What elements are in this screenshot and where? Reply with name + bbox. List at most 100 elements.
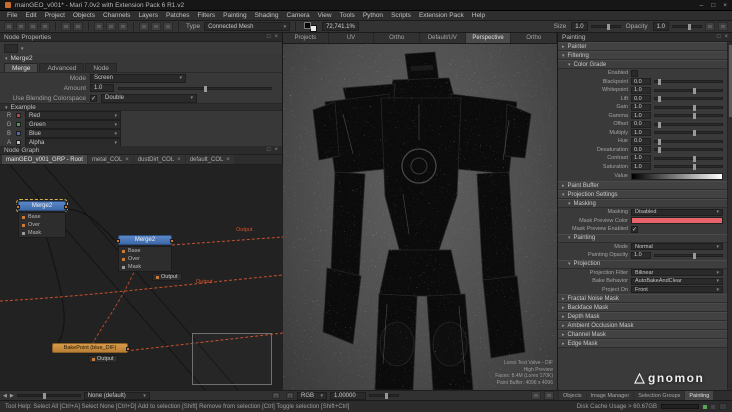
input-port[interactable] [116,239,120,243]
menu-item[interactable]: Shading [251,12,283,19]
node-graph-tab[interactable]: default_COL [185,155,234,164]
viewport-tab[interactable]: Perspective [465,33,512,43]
opacity-field[interactable]: 1.0 [652,22,669,31]
zoom-slider-handle[interactable] [42,393,46,399]
grade-value-field[interactable]: 1.0 [631,154,651,162]
painting-opacity-field[interactable]: 1.0 [631,251,651,259]
channel-display-dropdown[interactable]: RGB [297,391,327,400]
grade-slider[interactable] [654,121,723,128]
grade-slider[interactable] [654,113,723,120]
grade-slider-handle[interactable] [692,87,696,94]
menu-item[interactable]: Camera [283,12,314,19]
mask-preview-color-swatch[interactable] [631,217,723,225]
node-graph-canvas[interactable]: Merge2 Base Over Mask Merge2 Base Over M… [0,165,283,390]
exposure-slider-handle[interactable] [385,393,389,399]
mask-section-header[interactable]: Depth Mask [558,312,727,321]
grade-slider[interactable] [654,147,723,154]
close-tab-icon[interactable] [125,157,129,163]
node-port-row[interactable]: Mask [119,263,171,271]
paint-mode-dropdown[interactable]: Normal [631,243,723,251]
3d-viewport-canvas[interactable]: Lores Test Valve - DIF High Preview Faces:… [283,44,557,390]
exposure-slider[interactable] [369,393,399,399]
channel-dropdown[interactable]: Green [25,120,121,129]
size-slider-handle[interactable] [607,24,610,30]
node-properties-tab[interactable]: Advanced [39,63,85,72]
float-panel-icon[interactable] [267,34,271,40]
viewport-tab[interactable]: Projects [283,33,329,43]
grade-slider[interactable] [654,104,723,111]
palette-tab[interactable]: Painting [685,391,714,400]
node-properties-tab[interactable]: Node [85,63,117,72]
palette-tab[interactable]: Selection Groups [634,391,685,400]
masking-dropdown[interactable]: Disabled [631,208,723,216]
close-tab-icon[interactable] [177,157,181,163]
color-managed-icon[interactable] [531,391,541,400]
open-project-icon[interactable] [16,22,26,31]
menu-item[interactable]: Layers [134,12,162,19]
float-panel-icon[interactable] [267,147,271,153]
grade-slider[interactable] [654,164,723,171]
close-tab-icon[interactable] [226,157,230,163]
section-filtering[interactable]: Filtering [558,51,727,60]
menu-item[interactable]: Project [41,12,69,19]
grade-slider[interactable] [654,79,723,86]
chevron-down-icon[interactable] [5,55,8,62]
paint-tool-icon[interactable] [163,22,173,31]
grade-slider-handle[interactable] [657,147,661,154]
size-slider[interactable] [590,24,621,30]
new-project-icon[interactable] [4,22,14,31]
grade-slider-handle[interactable] [657,96,661,103]
section-projection-settings[interactable]: Projection Settings [558,190,727,199]
foreground-color-swatch[interactable] [304,21,312,29]
output-port[interactable] [170,239,174,243]
grade-value-field[interactable]: 1.0 [631,112,651,120]
section-color-grade[interactable]: Color Grade [558,60,727,69]
grade-slider-handle[interactable] [692,113,696,120]
save-project-icon[interactable] [28,22,38,31]
bakepoint-output-chip[interactable]: Output [88,355,118,363]
merge-node-2[interactable]: Merge2 [116,235,174,245]
grade-value-field[interactable]: 1.0 [631,103,651,111]
wireframe-toggle-icon[interactable] [544,391,554,400]
grade-value-field[interactable]: 0.0 [631,146,651,154]
grade-value-field[interactable]: 1.0 [631,163,651,171]
node-graph-tab[interactable]: metal_COL [87,155,133,164]
projection-setting-dropdown[interactable]: Front [631,286,723,294]
node-properties-tab[interactable]: Merge [4,63,39,72]
grade-value-field[interactable]: 0.0 [631,120,651,128]
grade-slider-handle[interactable] [657,79,661,86]
mask-preview-enabled-checkbox[interactable] [631,225,638,233]
snap-grid-icon[interactable] [272,392,280,399]
blend-colorspace-dropdown[interactable]: Double [101,93,197,103]
close-panel-icon[interactable] [724,34,728,40]
grade-slider-handle[interactable] [692,104,696,111]
grade-value-field[interactable]: 0.0 [631,78,651,86]
grade-enabled-checkbox[interactable] [631,69,638,77]
node-filter-dropdown[interactable]: None (default) [83,391,150,400]
viewport-tab[interactable]: Ortho [511,33,558,43]
zoom-percent-field[interactable]: 72,741.1% [322,22,359,31]
value-gradient-ramp[interactable] [631,172,723,180]
minimize-button[interactable]: – [700,2,704,9]
close-panel-icon[interactable] [274,147,278,153]
background-color-swatch[interactable] [310,24,318,32]
paste-icon[interactable] [118,22,128,31]
output-port[interactable] [64,205,68,209]
undo-icon[interactable] [61,22,71,31]
projection-setting-dropdown[interactable]: AutoBakeAndClear [631,277,723,285]
settings-gear-icon[interactable] [719,403,727,410]
maximize-button[interactable]: □ [711,2,715,9]
amount-slider-handle[interactable] [204,85,208,92]
mask-section-header[interactable]: Edge Mask [558,339,727,348]
float-panel-icon[interactable] [717,34,721,40]
section-paint-buffer[interactable]: Paint Buffer [558,181,727,190]
close-panel-icon[interactable] [274,34,278,40]
output-port[interactable] [126,347,130,351]
node-graph-zoom-slider[interactable] [16,393,81,399]
grade-value-field[interactable]: 1.0 [631,86,651,94]
close-button[interactable]: × [723,2,727,9]
menu-item[interactable]: Scripts [387,12,415,19]
nav-back-icon[interactable] [3,393,7,399]
menu-item[interactable]: Tools [336,12,359,19]
opacity-slider-handle[interactable] [688,24,692,30]
